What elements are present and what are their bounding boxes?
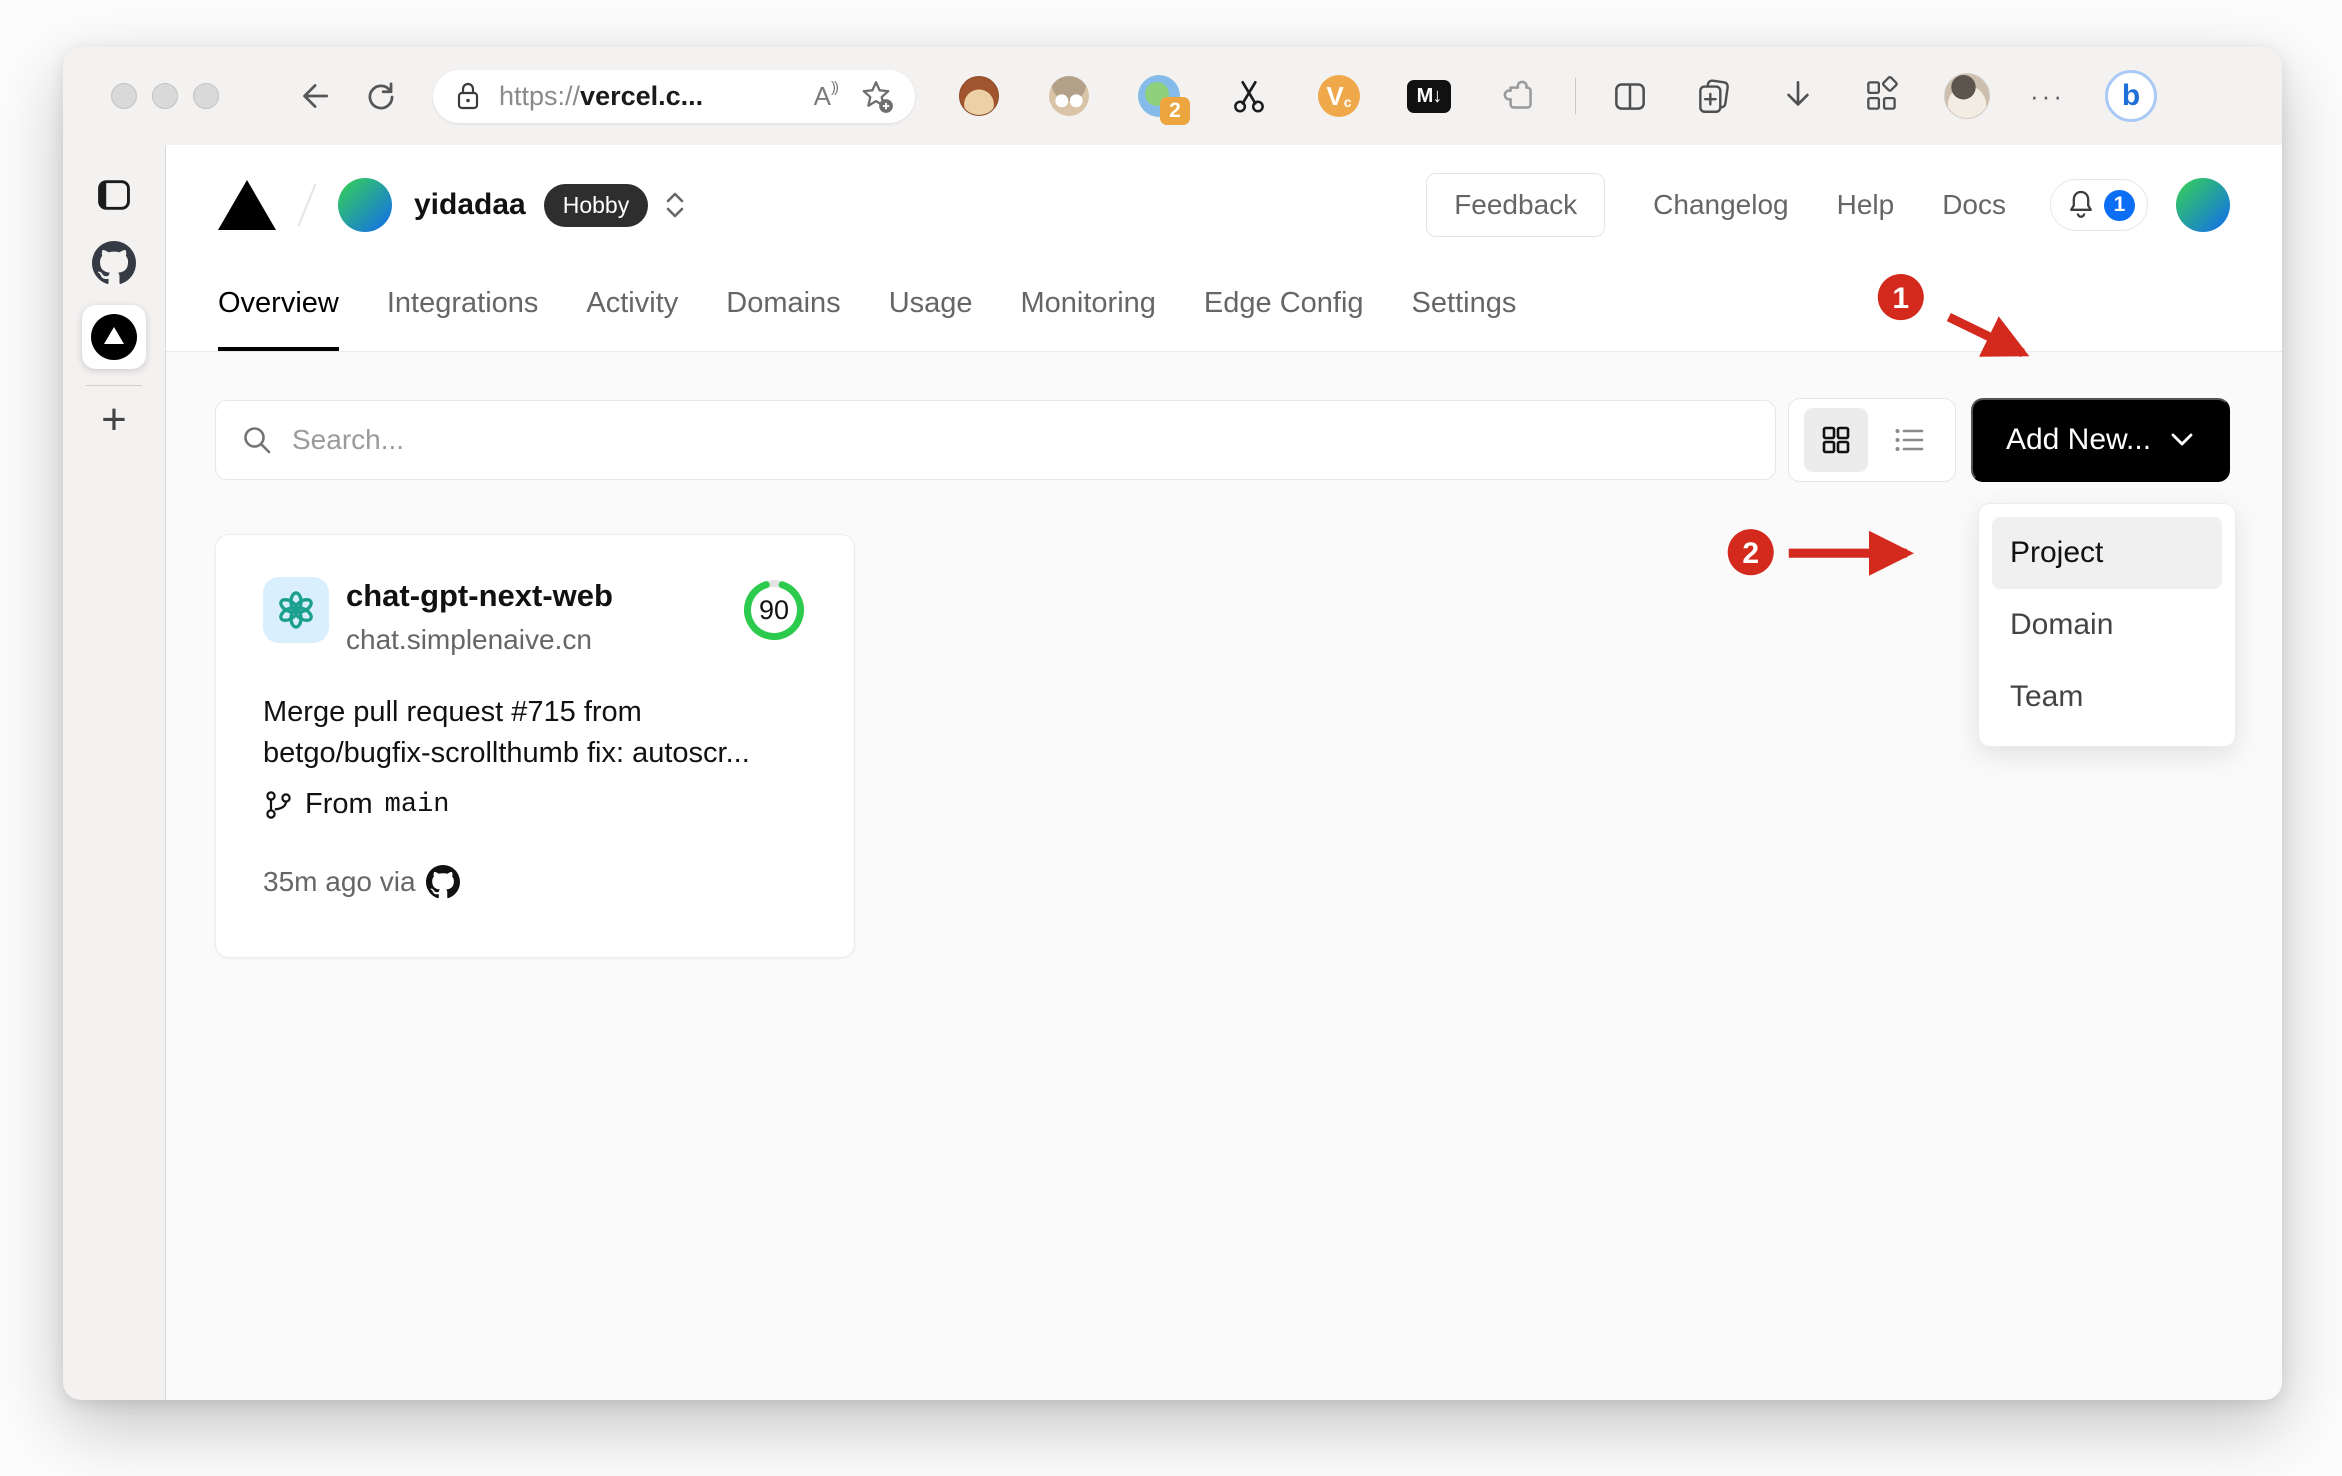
openai-logo-icon (263, 577, 329, 643)
tab-edge-config[interactable]: Edge Config (1204, 255, 1364, 351)
score-gauge: 90 (741, 577, 807, 643)
extensions-puzzle-icon[interactable] (1497, 74, 1541, 118)
toolbar-divider (1575, 78, 1576, 114)
search-box[interactable] (215, 400, 1776, 480)
sidebar-add-icon[interactable]: + (101, 398, 127, 442)
project-title[interactable]: chat-gpt-next-web (346, 577, 613, 616)
chevron-down-icon (2171, 433, 2193, 446)
commit-message[interactable]: Merge pull request #715 from betgo/bugfi… (263, 692, 807, 774)
tab-domains[interactable]: Domains (726, 255, 840, 351)
list-view-icon (1895, 429, 1923, 451)
team-name[interactable]: yidadaa (414, 188, 526, 222)
notifications-button[interactable]: 1 (2050, 179, 2148, 231)
controls-row: Add New... (215, 398, 2230, 482)
back-button[interactable] (291, 74, 335, 118)
favorite-star-icon[interactable] (857, 77, 895, 115)
project-card[interactable]: chat-gpt-next-web chat.simplenaive.cn 90… (215, 534, 855, 958)
plan-badge: Hobby (543, 183, 649, 227)
url-text: https://vercel.c... (499, 80, 704, 111)
view-toggle (1788, 398, 1956, 482)
avatar-extension-icon[interactable] (1047, 74, 1091, 118)
vercel-page: yidadaa Hobby Feedback Changelog Help Do… (166, 145, 2282, 1400)
user-avatar[interactable] (2176, 178, 2230, 232)
team-switcher-icon[interactable] (664, 191, 686, 219)
lock-icon (457, 82, 479, 110)
extensions-row: 2 Vc M↓ (957, 74, 1541, 125)
vercel-tab-bar: Overview Integrations Activity Domains U… (166, 255, 2282, 352)
back-icon (303, 84, 329, 108)
dropdown-item-project[interactable]: Project (1992, 517, 2222, 589)
bing-chat-icon[interactable]: b (2104, 70, 2157, 122)
browser-window: https://vercel.c... A)) 2 Vc M↓ ··· b + … (63, 47, 2282, 1400)
apps-launcher-icon[interactable] (1860, 74, 1904, 118)
reload-button[interactable] (359, 74, 403, 118)
grid-view-button[interactable] (1803, 408, 1868, 472)
tab-integrations[interactable]: Integrations (387, 255, 539, 351)
branch-name: main (384, 789, 450, 820)
help-link[interactable]: Help (1837, 189, 1895, 221)
browser-profile-avatar[interactable] (1944, 73, 1990, 119)
vercel-logo-icon[interactable] (218, 180, 276, 230)
team-avatar[interactable] (338, 178, 392, 232)
sidebar-toggle-icon[interactable] (92, 173, 136, 217)
tab-monitoring[interactable]: Monitoring (1021, 255, 1156, 351)
reload-icon (368, 82, 394, 110)
tab-usage[interactable]: Usage (889, 255, 973, 351)
deploy-time: 35m ago via (263, 866, 416, 898)
notification-count-badge: 1 (2104, 189, 2135, 221)
close-window-icon[interactable] (111, 83, 137, 109)
split-screen-icon[interactable] (1608, 74, 1652, 118)
project-domain[interactable]: chat.simplenaive.cn (346, 624, 613, 656)
toolbar-right-icons: ··· b (1608, 70, 2157, 122)
bell-icon (2070, 190, 2092, 218)
sidebar-vercel-app-tile[interactable] (82, 305, 146, 369)
edge-sidebar: + (63, 145, 166, 1400)
add-new-dropdown: Project Domain Team (1978, 503, 2236, 747)
overview-content: Add New... chat-gpt-next-web chat.simple… (166, 352, 2282, 1400)
tab-overview[interactable]: Overview (218, 255, 339, 351)
traffic-lights[interactable] (111, 83, 219, 109)
tab-activity[interactable]: Activity (586, 255, 678, 351)
browser-toolbar: https://vercel.c... A)) 2 Vc M↓ ··· b (63, 47, 2282, 145)
changelog-link[interactable]: Changelog (1653, 189, 1788, 221)
url-bar[interactable]: https://vercel.c... A)) (433, 69, 915, 123)
read-aloud-icon[interactable]: A)) (814, 79, 839, 112)
downloads-icon[interactable] (1776, 74, 1820, 118)
vc-extension-icon[interactable]: Vc (1317, 74, 1361, 118)
dropdown-item-team[interactable]: Team (1992, 661, 2222, 733)
vercel-header: yidadaa Hobby Feedback Changelog Help Do… (166, 145, 2282, 255)
browser-menu-icon[interactable]: ··· (2030, 81, 2065, 112)
dropdown-item-domain[interactable]: Domain (1992, 589, 2222, 661)
grid-view-icon (1822, 426, 1849, 454)
tab-settings[interactable]: Settings (1412, 255, 1517, 351)
zoom-window-icon[interactable] (193, 83, 219, 109)
markdown-extension-icon[interactable]: M↓ (1407, 74, 1451, 118)
breadcrumb-slash (297, 183, 317, 227)
git-branch-icon (266, 790, 291, 819)
sidebar-github-icon[interactable] (92, 241, 136, 285)
feedback-button[interactable]: Feedback (1426, 173, 1606, 237)
from-label: From (305, 788, 373, 821)
collections-icon[interactable] (1692, 74, 1736, 118)
score-value: 90 (758, 594, 790, 625)
extension-badge: 2 (1160, 97, 1190, 125)
github-icon (425, 865, 460, 899)
tampermonkey-extension-icon[interactable] (957, 74, 1001, 118)
minimize-window-icon[interactable] (152, 83, 178, 109)
clipper-extension-icon[interactable] (1227, 74, 1271, 118)
docs-link[interactable]: Docs (1942, 189, 2006, 221)
search-icon (244, 427, 271, 454)
sidebar-divider (86, 385, 142, 386)
vercel-circle-icon (91, 314, 137, 360)
badged-extension-icon[interactable]: 2 (1137, 74, 1190, 125)
add-new-button[interactable]: Add New... (1971, 398, 2230, 482)
list-view-button[interactable] (1877, 408, 1941, 472)
search-input[interactable] (292, 424, 1751, 456)
